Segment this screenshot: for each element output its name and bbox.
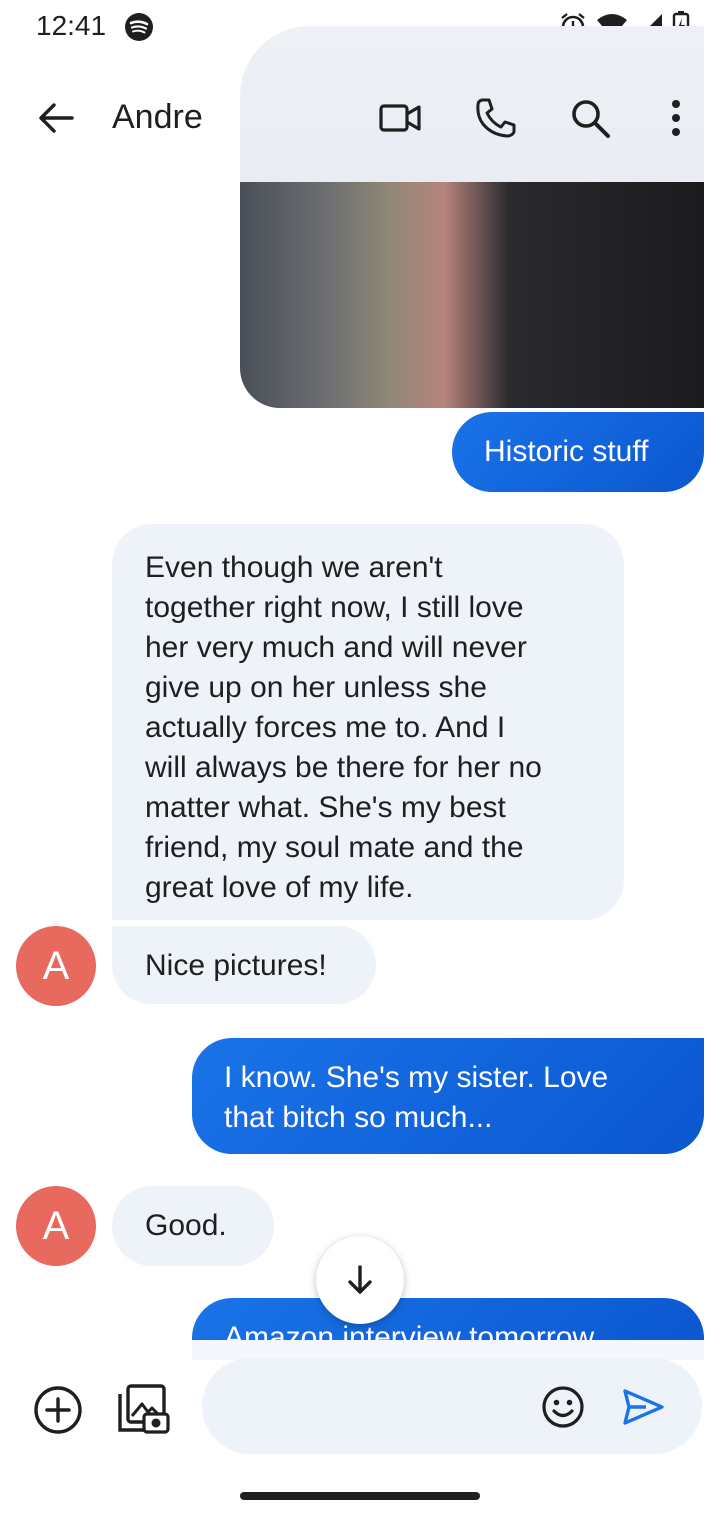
incoming-message[interactable]: Nice pictures! bbox=[112, 926, 376, 1004]
photo-image bbox=[240, 182, 704, 408]
gallery-icon[interactable] bbox=[116, 1382, 170, 1436]
phone-icon[interactable] bbox=[472, 94, 520, 142]
contact-avatar[interactable]: A bbox=[16, 1186, 96, 1266]
compose-divider bbox=[192, 1340, 704, 1360]
status-time: 12:41 bbox=[36, 10, 107, 41]
message-text: Historic stuff bbox=[484, 435, 649, 468]
video-call-icon[interactable] bbox=[376, 94, 424, 142]
outgoing-message[interactable]: I know. She's my sister. Love that bitch… bbox=[192, 1038, 704, 1154]
message-text: I know. She's my sister. Love that bitch… bbox=[224, 1061, 609, 1134]
message-text: Good. bbox=[145, 1209, 227, 1242]
message-input[interactable] bbox=[232, 1386, 532, 1426]
navigation-handle[interactable] bbox=[240, 1492, 480, 1500]
compose-area bbox=[0, 1340, 720, 1520]
message-text: Even though we aren't together right now… bbox=[145, 551, 542, 904]
message-text: Nice pictures! bbox=[145, 949, 327, 982]
contact-avatar[interactable]: A bbox=[16, 926, 96, 1006]
spotify-icon bbox=[125, 13, 153, 41]
scroll-to-bottom-button[interactable] bbox=[316, 1236, 404, 1324]
add-circle-icon[interactable] bbox=[32, 1384, 84, 1436]
back-arrow-icon[interactable] bbox=[34, 96, 78, 140]
outgoing-message[interactable]: Historic stuff bbox=[452, 412, 704, 492]
compose-field bbox=[202, 1358, 702, 1454]
contact-name[interactable]: Andre bbox=[112, 98, 203, 137]
send-icon[interactable] bbox=[620, 1384, 666, 1430]
incoming-message[interactable]: Good. bbox=[112, 1186, 274, 1266]
app-bar: Andre bbox=[0, 70, 720, 166]
emoji-icon[interactable] bbox=[540, 1384, 586, 1430]
search-icon[interactable] bbox=[566, 94, 614, 142]
incoming-message[interactable]: Even though we aren't together right now… bbox=[112, 524, 624, 920]
arrow-down-icon bbox=[348, 1265, 372, 1294]
more-vert-icon[interactable] bbox=[652, 94, 700, 142]
